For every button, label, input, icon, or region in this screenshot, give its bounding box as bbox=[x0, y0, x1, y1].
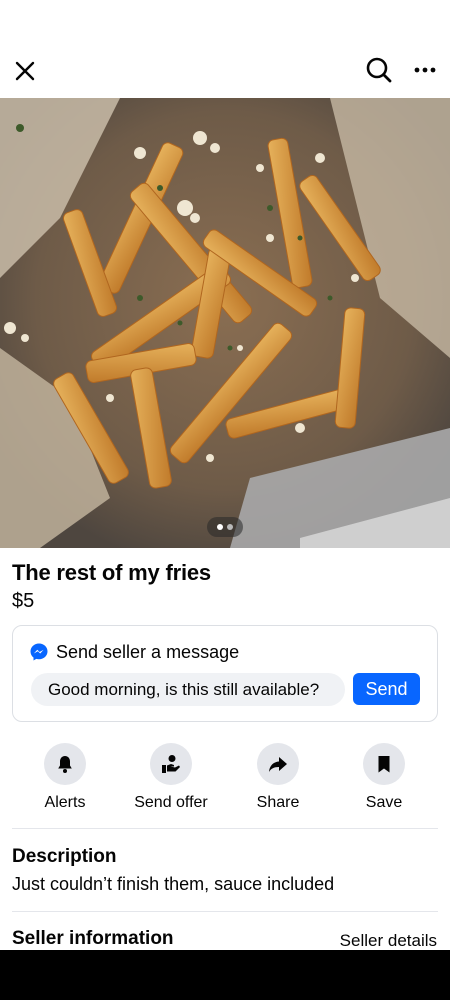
listing-title: The rest of my fries bbox=[12, 560, 211, 585]
share-arrow-icon bbox=[269, 757, 287, 772]
listing-price: $5 bbox=[12, 590, 35, 612]
save-button[interactable]: Save bbox=[331, 742, 437, 822]
description-heading: Description bbox=[12, 846, 117, 867]
divider bbox=[12, 911, 438, 912]
message-seller-card: Send seller a message Good morning, is t… bbox=[12, 625, 438, 722]
divider bbox=[12, 828, 438, 829]
save-label: Save bbox=[365, 794, 403, 811]
send-offer-circle bbox=[150, 743, 192, 785]
bell-icon bbox=[58, 756, 72, 773]
top-bar bbox=[0, 44, 450, 98]
alerts-circle bbox=[44, 743, 86, 785]
search-icon[interactable] bbox=[365, 56, 393, 84]
photo-dot bbox=[227, 524, 233, 530]
share-circle bbox=[257, 743, 299, 785]
send-offer-label: Send offer bbox=[134, 794, 208, 811]
share-button[interactable]: Share bbox=[225, 742, 331, 822]
system-nav-bar bbox=[0, 950, 450, 1000]
message-label: Send seller a message bbox=[56, 642, 240, 662]
close-icon[interactable] bbox=[12, 58, 38, 84]
seller-details-link[interactable]: Seller details bbox=[340, 931, 437, 951]
save-circle bbox=[363, 743, 405, 785]
message-input[interactable]: Good morning, is this still available? bbox=[31, 673, 345, 706]
photo-dot-active bbox=[217, 524, 223, 530]
bookmark-icon bbox=[378, 756, 390, 773]
listing-actions: Alerts Send offer Share Save bbox=[0, 742, 450, 822]
photo-pagination[interactable] bbox=[207, 517, 243, 537]
description-text: Just couldn’t finish them, sauce include… bbox=[12, 874, 335, 894]
send-offer-button[interactable]: Send offer bbox=[118, 742, 224, 822]
more-horizontal-icon[interactable] bbox=[412, 60, 438, 80]
seller-info-heading: Seller information bbox=[12, 928, 174, 949]
share-label: Share bbox=[256, 794, 300, 811]
offer-hand-icon bbox=[162, 755, 180, 773]
marketplace-listing-screen: The rest of my fries $5 Send seller a me… bbox=[0, 0, 450, 1000]
messenger-icon bbox=[29, 642, 49, 662]
alerts-button[interactable]: Alerts bbox=[12, 742, 118, 822]
alerts-label: Alerts bbox=[44, 794, 86, 811]
send-button[interactable]: Send bbox=[353, 673, 420, 705]
listing-photo[interactable] bbox=[0, 98, 450, 548]
